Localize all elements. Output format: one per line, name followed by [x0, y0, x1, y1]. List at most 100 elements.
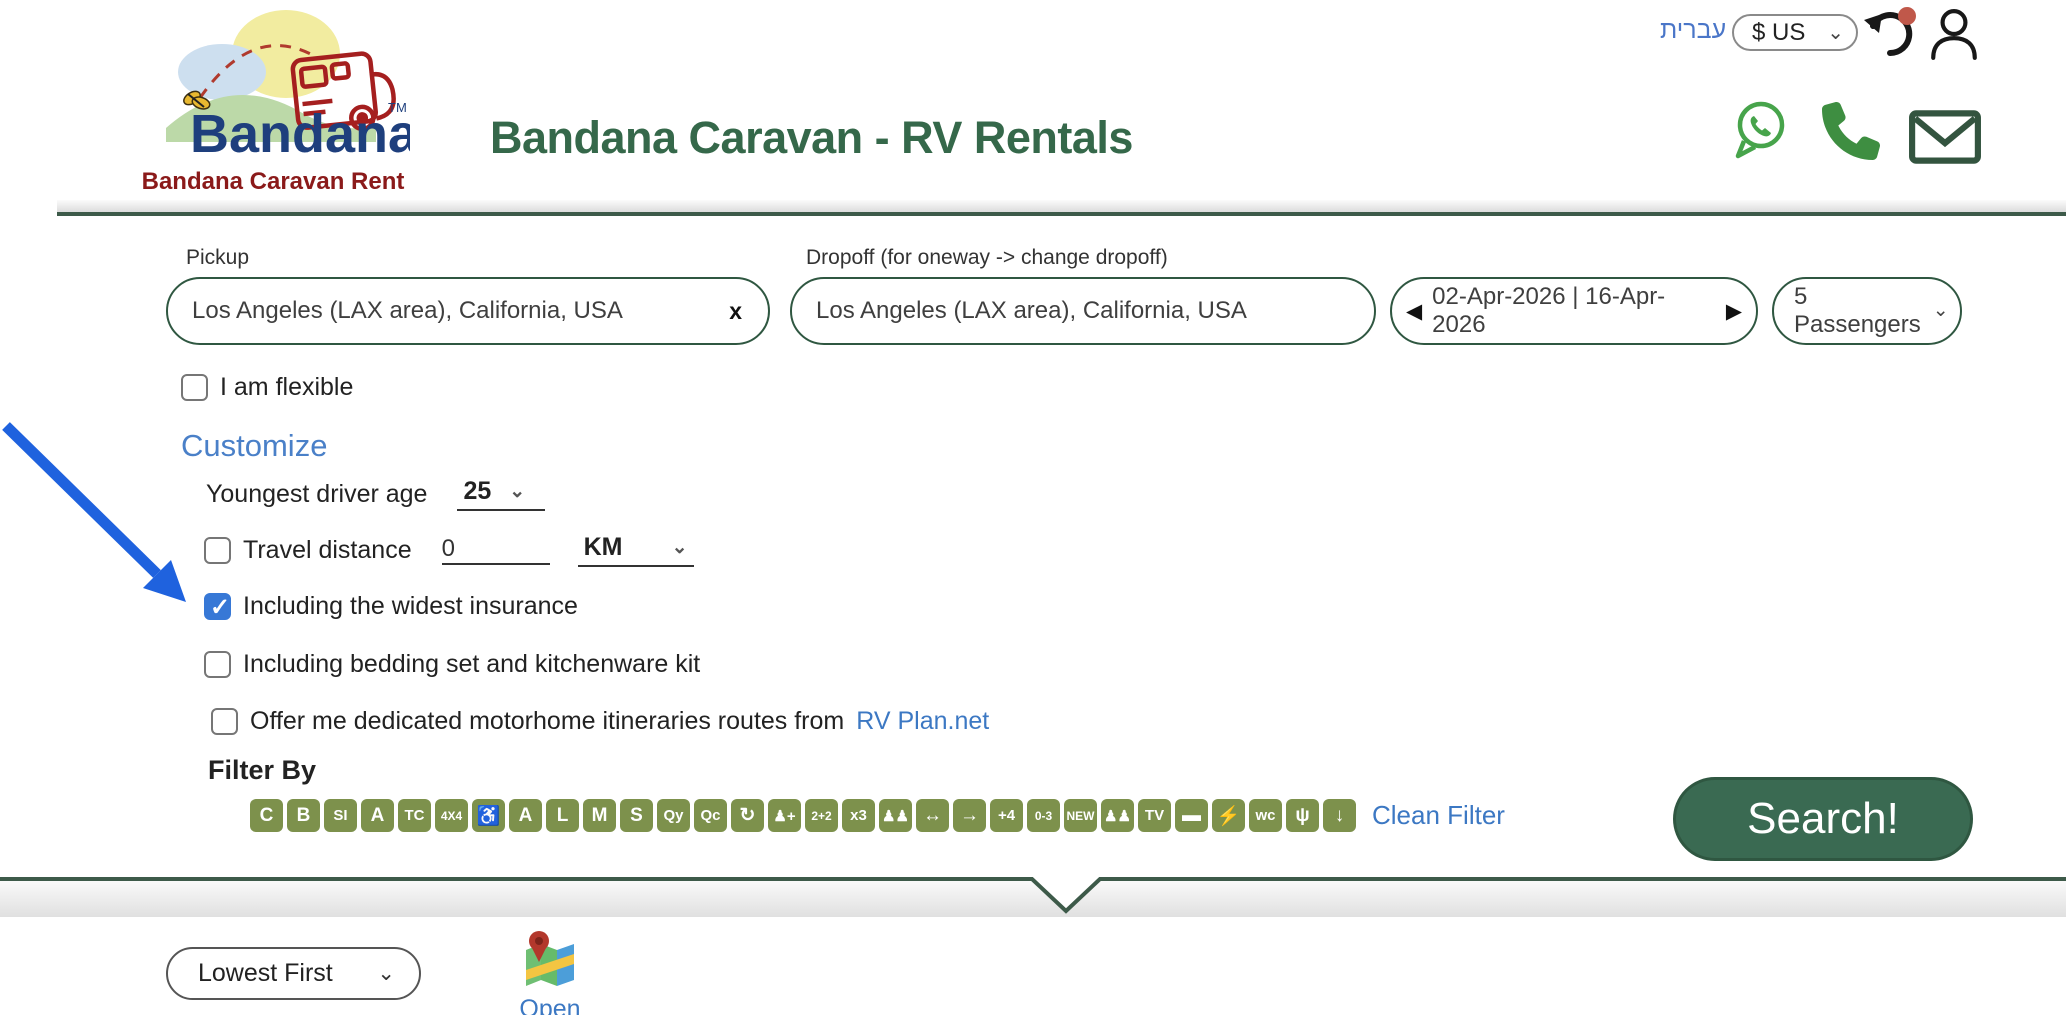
annotation-arrow [0, 414, 210, 624]
customize-heading[interactable]: Customize [181, 428, 327, 464]
filter-quality-c[interactable]: Qc [694, 799, 727, 832]
filter-beds-x3[interactable]: x3 [842, 799, 875, 832]
brand-logo[interactable]: Bandana TM [136, 2, 410, 166]
filter-semi-integrated[interactable]: SI [324, 799, 357, 832]
chevron-down-icon: ⌄ [509, 487, 525, 497]
filter-bed[interactable]: ▬ [1175, 799, 1208, 832]
bedding-label: Including bedding set and kitchenware ki… [243, 650, 700, 679]
sort-select[interactable]: Lowest First ⌄ [166, 947, 421, 1000]
distance-unit-select[interactable]: KM ⌄ [578, 533, 694, 567]
filter-quality-y[interactable]: Qy [657, 799, 690, 832]
filter-ages-0-3[interactable]: 0-3 [1027, 799, 1060, 832]
travel-distance-row: Travel distance KM ⌄ [204, 533, 694, 567]
filter-family[interactable]: ♟♟ [1101, 799, 1134, 832]
whatsapp-button[interactable] [1731, 98, 1789, 165]
filter-seats-plus-4[interactable]: +4 [990, 799, 1023, 832]
dropoff-label: Dropoff (for oneway -> change dropoff) [806, 246, 1168, 270]
insurance-row: Including the widest insurance [204, 592, 578, 621]
date-range-field[interactable]: ◀ 02-Apr-2026 | 16-Apr-2026 ▶ [1390, 277, 1758, 345]
pickup-field[interactable]: x [166, 277, 770, 345]
filter-by-label: Filter By [208, 755, 316, 786]
driver-age-select[interactable]: 25 ⌄ [457, 477, 545, 511]
search-button[interactable]: Search! [1673, 777, 1973, 861]
currency-select[interactable]: $ US ⌄ [1732, 14, 1858, 51]
search-button-label: Search! [1747, 794, 1899, 844]
email-button[interactable] [1908, 108, 1982, 171]
filter-automatic[interactable]: A [509, 799, 542, 832]
driver-age-row: Youngest driver age 25 ⌄ [206, 477, 545, 511]
open-map-link[interactable]: Open Map [495, 995, 605, 1015]
envelope-icon [1908, 108, 1982, 166]
travel-distance-input[interactable] [442, 535, 550, 565]
history-icon [1862, 6, 1918, 62]
phone-button[interactable] [1822, 102, 1880, 165]
next-dates-icon[interactable]: ▶ [1726, 299, 1742, 324]
driver-age-label: Youngest driver age [206, 480, 427, 509]
itineraries-checkbox[interactable] [211, 708, 238, 735]
chevron-down-icon: ⌄ [1827, 28, 1844, 38]
account-button[interactable] [1928, 8, 1980, 62]
filter-round-trip[interactable]: ↻ [731, 799, 764, 832]
filter-size-large[interactable]: L [546, 799, 579, 832]
currency-value: $ US [1752, 19, 1805, 47]
chevron-down-icon: ⌄ [377, 969, 395, 979]
phone-icon [1822, 102, 1880, 160]
passengers-value: 5 Passengers [1794, 283, 1921, 339]
date-range-value[interactable]: 02-Apr-2026 | 16-Apr-2026 [1432, 283, 1716, 339]
filter-tv[interactable]: TV [1138, 799, 1171, 832]
insurance-checkbox[interactable] [204, 593, 231, 620]
filter-icons-row: CBSIATC4X4♿ALMSQyQc↻♟+2+2x3♟♟↔→+40-3NEW♟… [250, 799, 1505, 832]
filter-size-medium[interactable]: M [583, 799, 616, 832]
chevron-down-icon: ⌄ [672, 543, 688, 553]
logo-tm: TM [388, 100, 407, 115]
clear-pickup-icon[interactable]: x [723, 298, 748, 325]
distance-unit-value: KM [584, 533, 623, 562]
dropoff-input[interactable] [816, 297, 1354, 325]
flexible-label: I am flexible [220, 373, 353, 402]
passengers-select[interactable]: 5 Passengers ⌄ [1772, 277, 1962, 345]
filter-seats-2-plus-2[interactable]: 2+2 [805, 799, 838, 832]
notification-dot [1898, 7, 1916, 25]
filter-class-c[interactable]: C [250, 799, 283, 832]
filter-truck-camper[interactable]: TC [398, 799, 431, 832]
filter-family-plus[interactable]: ♟♟ [879, 799, 912, 832]
filter-power[interactable]: ⚡ [1212, 799, 1245, 832]
filter-size-small[interactable]: S [620, 799, 653, 832]
filter-class-a[interactable]: A [361, 799, 394, 832]
itineraries-label: Offer me dedicated motorhome itineraries… [250, 707, 844, 736]
open-map-control[interactable]: Open Map [495, 928, 605, 1015]
filter-one-way[interactable]: → [953, 799, 986, 832]
insurance-label: Including the widest insurance [243, 592, 578, 621]
filter-shower[interactable]: ψ [1286, 799, 1319, 832]
header-divider-band [57, 200, 2066, 216]
filter-vehicle-width[interactable]: ↔ [916, 799, 949, 832]
itineraries-row: Offer me dedicated motorhome itineraries… [211, 707, 989, 736]
dropoff-field[interactable] [790, 277, 1376, 345]
map-icon [523, 928, 577, 988]
filter-new-vehicle[interactable]: NEW [1064, 799, 1097, 832]
previous-dates-icon[interactable]: ◀ [1406, 299, 1422, 324]
flexible-row: I am flexible [181, 373, 353, 402]
bedding-checkbox[interactable] [204, 651, 231, 678]
filter-4x4[interactable]: 4X4 [435, 799, 468, 832]
rv-plan-link[interactable]: RV Plan.net [856, 707, 989, 736]
language-link-hebrew[interactable]: עברית [1660, 16, 1726, 45]
divider-notch [0, 873, 2066, 919]
logo-brand-text: Bandana [190, 104, 410, 164]
filter-wheelchair-accessible[interactable]: ♿ [472, 799, 505, 832]
filter-extra-driver[interactable]: ♟+ [768, 799, 801, 832]
travel-distance-checkbox[interactable] [204, 537, 231, 564]
filter-class-b[interactable]: B [287, 799, 320, 832]
whatsapp-icon [1731, 98, 1789, 160]
pickup-input[interactable] [192, 297, 723, 325]
filter-wc[interactable]: wc [1249, 799, 1282, 832]
clean-filter-link[interactable]: Clean Filter [1372, 800, 1505, 831]
pickup-label: Pickup [186, 246, 249, 270]
page: Bandana TM Bandana Caravan Rent Bandana … [0, 0, 2066, 1015]
flexible-checkbox[interactable] [181, 374, 208, 401]
bedding-row: Including bedding set and kitchenware ki… [204, 650, 700, 679]
sort-value: Lowest First [198, 959, 333, 988]
filter-delivery[interactable]: ↓ [1323, 799, 1356, 832]
history-button[interactable] [1862, 6, 1918, 62]
logo-caption: Bandana Caravan Rent [136, 168, 410, 196]
